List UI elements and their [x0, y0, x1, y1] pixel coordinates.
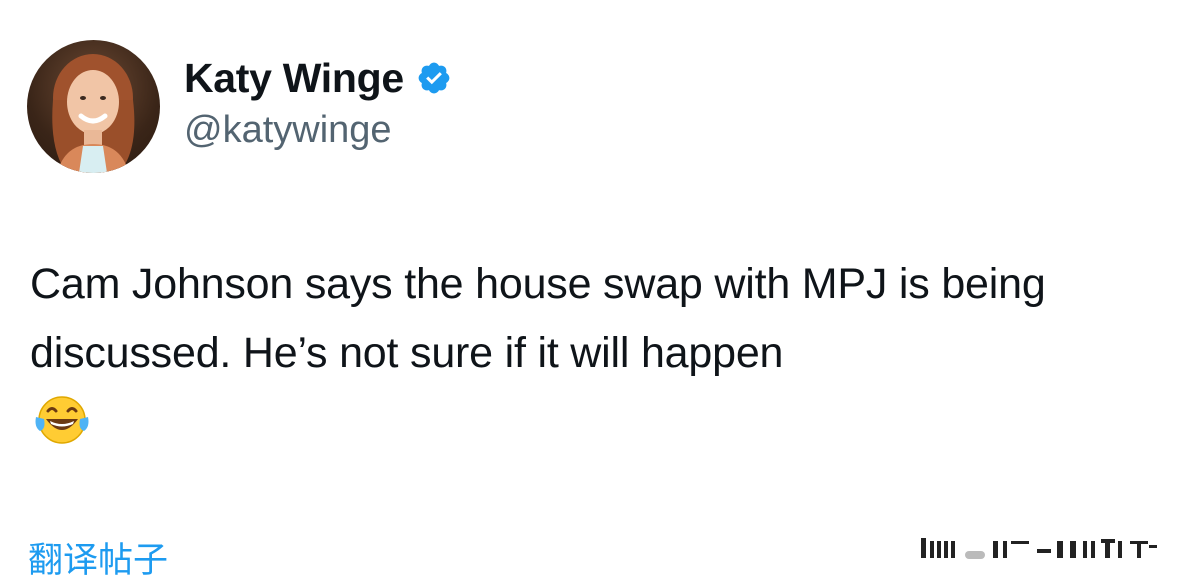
face-with-tears-of-joy-icon	[35, 396, 89, 444]
translate-post-link[interactable]: 翻译帖子	[28, 532, 168, 583]
author-handle[interactable]: @katywinge	[184, 109, 392, 152]
verified-badge-icon[interactable]	[416, 60, 452, 96]
tweet-card: Katy Winge @katywinge Cam Johnson says t…	[0, 0, 1179, 581]
author-name-row: Katy Winge	[184, 52, 452, 104]
author-avatar[interactable]	[27, 40, 160, 173]
watermark-logo	[921, 538, 1157, 559]
avatar-photo-icon	[52, 54, 135, 173]
author-display-name[interactable]: Katy Winge	[184, 55, 404, 102]
tweet-text: Cam Johnson says the house swap with MPJ…	[30, 260, 1058, 377]
